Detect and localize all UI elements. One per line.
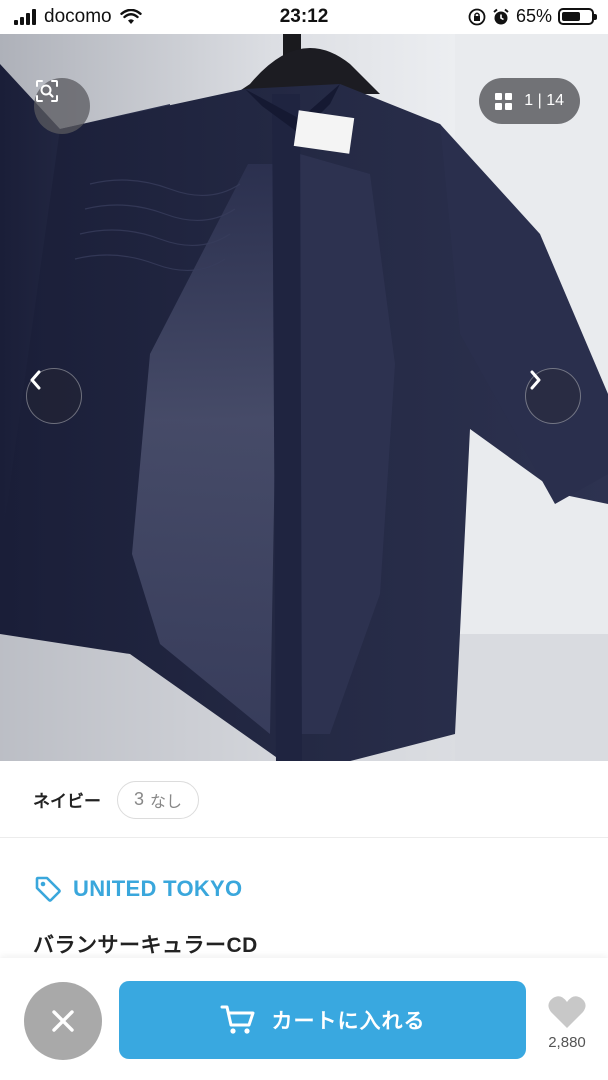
product-title: バランサーキュラーCD [33,934,258,957]
chevron-right-icon [530,370,541,390]
image-search-icon [36,80,58,102]
close-button[interactable] [24,982,102,1060]
color-label: ネイビー [33,792,101,811]
like-button[interactable]: 2,880 [540,994,594,1051]
stock-count: 3 [134,789,145,809]
image-counter-button[interactable]: 1 | 14 [479,78,580,124]
image-search-button[interactable] [34,78,90,134]
cart-icon [220,1005,254,1034]
add-to-cart-button[interactable]: カートに入れる [119,981,526,1059]
grid-icon [495,92,513,110]
previous-image-button[interactable] [26,368,82,424]
product-image[interactable]: 1 | 14 [0,34,608,761]
stock-status: なし [150,793,183,811]
orientation-lock-icon [468,8,486,25]
size-stock-option[interactable]: 3 なし [117,780,200,819]
battery-level [562,12,581,21]
product-photo [0,34,608,761]
status-bar-right: 65% [468,6,597,27]
like-count: 2,880 [548,1034,586,1051]
next-image-button[interactable] [525,368,581,424]
brand-name: UNITED TOKYO [73,876,243,901]
battery-percent: 65% [515,6,552,26]
alarm-icon [493,8,509,24]
brand-link[interactable]: UNITED TOKYO [33,874,242,904]
heart-icon [548,996,586,1028]
add-to-cart-label: カートに入れる [271,1010,426,1033]
chevron-left-icon [30,370,41,390]
close-icon [52,1010,74,1032]
status-bar: docomo 23:12 65% [0,0,608,34]
action-bar: カートに入れる 2,880 [0,958,608,1080]
battery-icon [558,8,597,25]
image-counter: 1 | 14 [524,92,564,109]
variant-row: ネイビー 3 なし [0,762,608,838]
tag-icon [35,876,61,902]
